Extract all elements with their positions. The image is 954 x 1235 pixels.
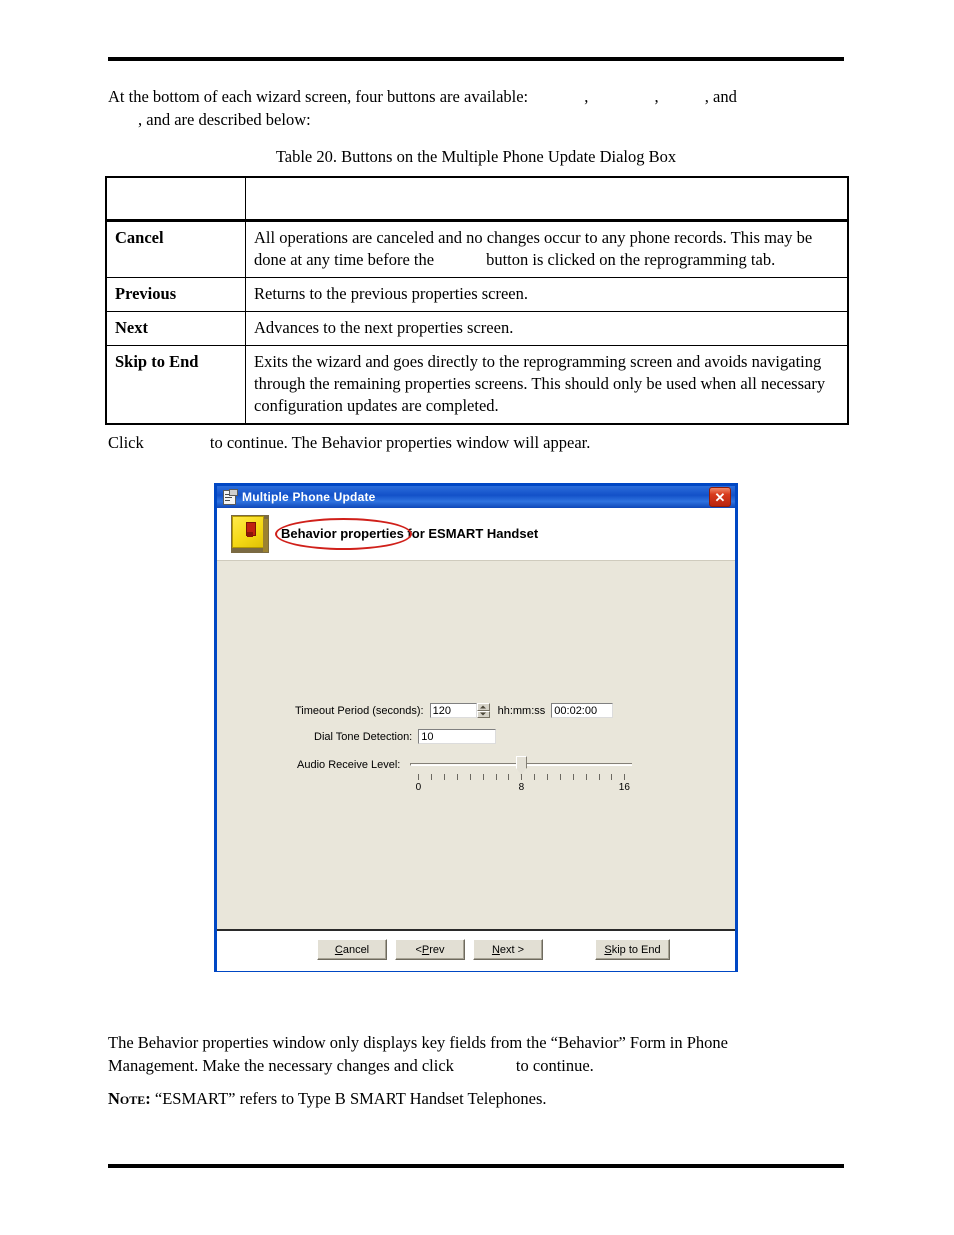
skip-rest: kip to End [611, 943, 661, 956]
table-header-row [105, 176, 849, 222]
table-caption: Table 20. Buttons on the Multiple Phone … [275, 147, 677, 166]
prev-button[interactable]: < Prev [395, 939, 465, 960]
intro-text-lead: At the bottom of each wizard screen, fou… [108, 87, 529, 106]
page-bottom-rule [108, 1164, 844, 1168]
table-row-desc-next: Advances to the next properties screen. [245, 311, 849, 346]
intro-comma-1: , [584, 87, 589, 106]
intro-paragraph: At the bottom of each wizard screen, fou… [108, 85, 868, 131]
slider-thumb[interactable] [515, 756, 527, 775]
prev-accel: P [421, 943, 430, 956]
stepper-down-icon[interactable] [476, 710, 490, 718]
table-header-col1 [105, 176, 246, 222]
table-row: Cancel All operations are canceled and n… [105, 220, 849, 278]
page-top-rule [108, 57, 844, 61]
dial-tone-detection-input[interactable]: 10 [418, 729, 497, 744]
timeout-period-stepper[interactable] [476, 703, 490, 718]
prev-rest: rev [429, 943, 445, 956]
cancel-accel: C [334, 943, 343, 956]
dialog-title: Multiple Phone Update [242, 490, 376, 504]
dialog-body: Timeout Period (seconds): 120 hh:mm:ss 0… [217, 560, 735, 929]
buttons-table: Cancel All operations are canceled and n… [105, 176, 849, 425]
timeout-period-field-row: Timeout Period (seconds): 120 hh:mm:ss 0… [295, 703, 614, 718]
table-row: Next Advances to the next properties scr… [105, 311, 849, 346]
dialog-footer: Cancel < Prev Next > Skip to End [217, 929, 735, 971]
dialog-titlebar[interactable]: Multiple Phone Update ✕ [217, 486, 735, 508]
click-remainder: to continue. The Behavior properties win… [209, 433, 591, 452]
multiple-phone-update-dialog[interactable]: Multiple Phone Update ✕ Behavior propert… [214, 483, 738, 972]
slider-scale-labels: 0 8 16 [410, 782, 632, 796]
note-paragraph: Note: “ESMART” refers to Type B SMART Ha… [108, 1087, 808, 1110]
slider-scale-label: 8 [518, 782, 525, 793]
next-rest: ext > [499, 943, 525, 956]
table-row: Skip to End Exits the wizard and goes di… [105, 345, 849, 425]
intro-comma-2: , [654, 87, 659, 106]
timeout-period-label: Timeout Period (seconds): [295, 704, 424, 717]
table-row-label-next: Next [105, 311, 246, 346]
table-header-col2 [245, 176, 849, 222]
phone-device-icon [231, 515, 269, 553]
cancel-rest: ancel [342, 943, 370, 956]
timeout-period-input[interactable]: 120 [429, 703, 477, 718]
click-instruction-line: Click to continue. The Behavior properti… [108, 433, 590, 453]
dialog-header-text-wrap: Behavior properties for ESMART Handset [275, 518, 539, 550]
closing-text-part1: The Behavior properties window only disp… [108, 1033, 728, 1075]
skip-to-end-button[interactable]: Skip to End [595, 939, 670, 960]
next-accel: N [491, 943, 500, 956]
close-icon[interactable]: ✕ [709, 487, 731, 507]
table-row: Previous Returns to the previous propert… [105, 277, 849, 312]
skip-accel: S [604, 943, 612, 956]
document-properties-icon [221, 489, 238, 505]
stepper-up-icon[interactable] [476, 703, 490, 711]
next-button[interactable]: Next > [473, 939, 543, 960]
dial-tone-detection-field-row: Dial Tone Detection: 10 [314, 729, 497, 744]
click-word: Click [108, 433, 144, 452]
hhmmss-label: hh:mm:ss [497, 704, 546, 717]
closing-paragraph: The Behavior properties window only disp… [108, 1031, 808, 1077]
table-row-desc-cancel: All operations are canceled and no chang… [245, 220, 849, 278]
hhmmss-input[interactable]: 00:02:00 [551, 703, 614, 718]
audio-receive-level-field-row: Audio Receive Level: 0 8 16 [297, 756, 633, 793]
slider-scale-label: 16 [618, 782, 630, 793]
slider-ticks [410, 774, 632, 781]
closing-text-part2: to continue. [515, 1056, 594, 1075]
table-row-desc-skip-to-end: Exits the wizard and goes directly to th… [245, 345, 849, 425]
intro-second-line: , and are described below: [138, 110, 311, 129]
cancel-desc-part2: button is clicked on the reprogramming t… [486, 250, 776, 269]
audio-receive-level-label: Audio Receive Level: [297, 759, 401, 771]
note-label: Note: [108, 1089, 151, 1108]
table-row-desc-previous: Returns to the previous properties scree… [245, 277, 849, 312]
note-text: “ESMART” refers to Type B SMART Handset … [154, 1089, 547, 1108]
dialog-header-text: Behavior properties for ESMART Handset [281, 526, 539, 541]
table-row-label-cancel: Cancel [105, 220, 246, 278]
intro-and: , and [704, 87, 737, 106]
table-row-label-previous: Previous [105, 277, 246, 312]
cancel-button[interactable]: Cancel [317, 939, 387, 960]
dialog-header-band: Behavior properties for ESMART Handset [217, 508, 735, 560]
table-row-label-skip-to-end: Skip to End [105, 345, 246, 425]
slider-scale-label: 0 [415, 782, 422, 793]
dial-tone-detection-label: Dial Tone Detection: [314, 730, 413, 743]
audio-receive-level-slider[interactable]: 0 8 16 [410, 756, 633, 793]
